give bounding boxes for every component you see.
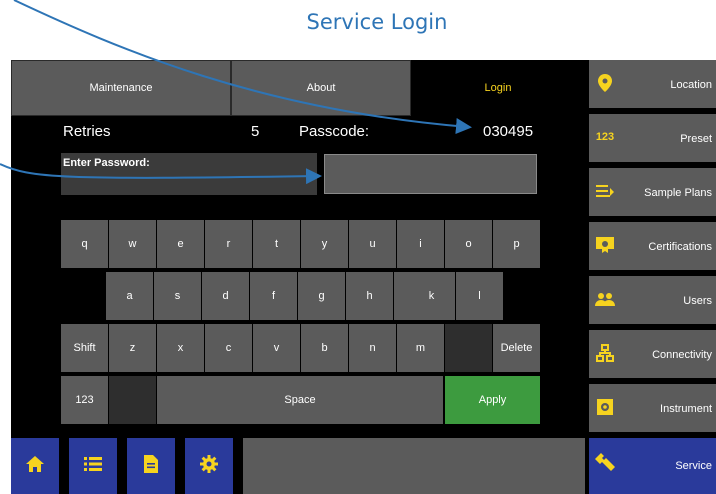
arrow-to-password-field xyxy=(0,163,322,185)
annotation-arrows xyxy=(0,0,472,185)
arrow-to-passcode xyxy=(13,0,472,134)
